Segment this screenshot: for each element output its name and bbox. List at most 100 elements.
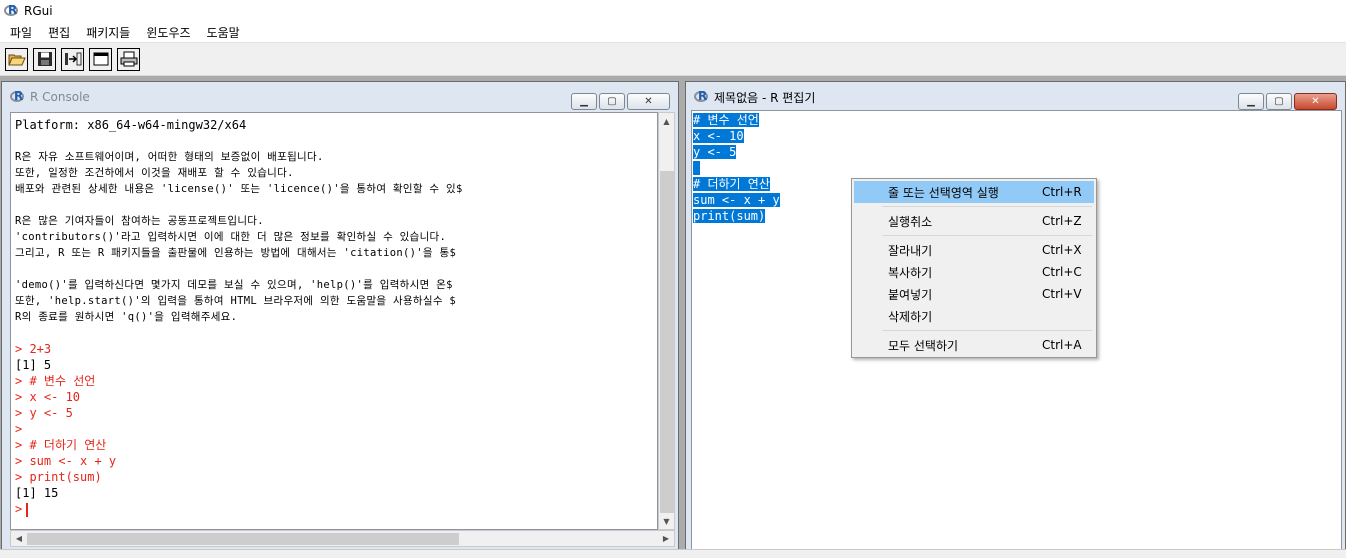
scroll-down-icon[interactable]: ▼	[659, 513, 674, 529]
load-workspace-icon	[64, 52, 81, 66]
hscroll-thumb[interactable]	[27, 533, 459, 545]
minimize-button[interactable]: ▁	[571, 93, 597, 110]
editor-line: # 변수 선언	[693, 112, 780, 128]
menu-item-shortcut: Ctrl+A	[1042, 338, 1082, 352]
menu-item-shortcut: Ctrl+Z	[1042, 214, 1082, 228]
selected-code-text: x <- 10	[693, 129, 744, 143]
menu-item-label: 삭제하기	[888, 309, 933, 324]
console-prompt: >	[15, 502, 23, 516]
vertical-scrollbar[interactable]: ▲ ▼	[658, 112, 675, 530]
close-icon: ✕	[1311, 96, 1320, 107]
selected-code-text	[693, 161, 701, 175]
minimize-button[interactable]: ▁	[1238, 93, 1264, 110]
selected-code-text: # 더하기 연산	[693, 177, 770, 191]
menu-windows[interactable]: 윈도우즈	[138, 24, 198, 41]
app-title: RGui	[24, 4, 53, 18]
menu-item-label: 모두 선택하기	[888, 338, 959, 353]
r-editor-title: 제목없음 - R 편집기	[714, 90, 816, 105]
menu-item-label: 복사하기	[888, 265, 933, 280]
context-menu-item[interactable]: 잘라내기 Ctrl+X	[854, 239, 1094, 261]
scroll-left-icon[interactable]: ◀	[11, 531, 27, 546]
editor-line	[693, 160, 780, 176]
console-line: 그리고, R 또는 R 패키지들을 출판물에 인용하는 방법에 대해서는 'ci…	[15, 247, 457, 259]
console-line: > y <- 5	[15, 406, 73, 420]
app-title-bar: R RGui	[0, 0, 1346, 22]
restore-icon: ▢	[607, 96, 617, 107]
save-button[interactable]	[33, 47, 56, 71]
menu-help[interactable]: 도움말	[199, 24, 248, 41]
scroll-right-icon[interactable]: ▶	[658, 531, 674, 546]
selected-code-text: sum <- x + y	[693, 193, 780, 207]
console-output[interactable]: Platform: x86_64-w64-mingw32/x64 R은 자유 소프…	[10, 112, 658, 530]
r-logo-icon: R	[4, 3, 20, 18]
menu-item-shortcut: Ctrl+X	[1042, 243, 1082, 257]
menu-item-shortcut: Ctrl+V	[1042, 287, 1082, 301]
r-logo-icon: R	[694, 89, 710, 104]
close-icon: ✕	[644, 96, 653, 107]
context-menu-item[interactable]: 삭제하기	[854, 305, 1094, 327]
console-line: 'demo()'를 입력하신다면 몇가지 데모를 보실 수 있으며, 'help…	[15, 279, 453, 291]
restore-button[interactable]: ▢	[1266, 93, 1292, 110]
scroll-thumb[interactable]	[660, 171, 674, 513]
window-icon	[93, 52, 108, 66]
close-button[interactable]: ✕	[627, 93, 670, 110]
editor-line: # 더하기 연산	[693, 176, 780, 192]
r-console-titlebar[interactable]: R R Console ▁ ▢ ✕	[2, 82, 678, 112]
editor-line: y <- 5	[693, 144, 780, 160]
menu-file[interactable]: 파일	[2, 24, 40, 41]
console-line: > 2+3	[15, 342, 52, 356]
print-icon	[120, 51, 137, 67]
console-line: R은 자유 소프트웨어이며, 어떠한 형태의 보증없이 배포됩니다.	[15, 151, 324, 163]
r-console-title: R Console	[30, 90, 90, 104]
console-prompt-line[interactable]: >	[15, 501, 463, 517]
editor-line: sum <- x + y	[693, 192, 780, 208]
restore-button[interactable]: ▢	[599, 93, 625, 110]
mdi-workspace: R R Console ▁ ▢ ✕ Platform: x86_64-w64-m…	[0, 76, 1346, 558]
console-line: > sum <- x + y	[15, 454, 117, 468]
console-line: 또한, 일정한 조건하에서 이것을 재배포 할 수 있습니다.	[15, 167, 294, 179]
console-line: Platform: x86_64-w64-mingw32/x64	[15, 118, 247, 132]
r-console-window: R R Console ▁ ▢ ✕ Platform: x86_64-w64-m…	[1, 81, 679, 553]
console-line: > print(sum)	[15, 470, 102, 484]
selected-code-text: # 변수 선언	[693, 113, 759, 127]
console-line: 'contributors()'라고 입력하시면 이에 대한 더 많은 정보를 …	[15, 231, 447, 243]
menu-item-shortcut: Ctrl+C	[1042, 265, 1082, 279]
context-menu-item[interactable]: 실행취소 Ctrl+Z	[854, 210, 1094, 232]
context-menu-item[interactable]: 복사하기 Ctrl+C	[854, 261, 1094, 283]
console-line: > x <- 10	[15, 390, 81, 404]
minimize-icon: ▁	[1247, 96, 1255, 107]
selected-code-text: y <- 5	[693, 145, 737, 159]
r-editor-titlebar[interactable]: R 제목없음 - R 편집기 ▁ ▢ ✕	[686, 82, 1345, 112]
context-menu-item[interactable]: 붙여넣기 Ctrl+V	[854, 283, 1094, 305]
console-line: R의 종료를 원하시면 'q()'을 입력해주세요.	[15, 311, 238, 323]
print-button[interactable]	[117, 47, 140, 71]
menu-item-shortcut: Ctrl+R	[1042, 185, 1082, 199]
context-menu-item[interactable]: 모두 선택하기 Ctrl+A	[854, 334, 1094, 356]
restore-icon: ▢	[1274, 96, 1284, 107]
menu-item-label: 잘라내기	[888, 243, 933, 258]
close-button[interactable]: ✕	[1294, 93, 1337, 110]
horizontal-scrollbar[interactable]: ◀ ▶	[10, 530, 675, 547]
load-workspace-button[interactable]	[61, 47, 84, 71]
menu-separator	[882, 330, 1092, 331]
r-logo-icon: R	[10, 89, 26, 104]
console-line: [1] 5	[15, 358, 52, 372]
console-line: R은 많은 기여자들이 참여하는 공동프로젝트입니다.	[15, 215, 264, 227]
context-menu: 줄 또는 선택영역 실행 Ctrl+R 실행취소 Ctrl+Z 잘라내기 Ctrl+X 복사…	[851, 178, 1097, 358]
editor-line: print(sum)	[693, 208, 780, 224]
menu-item-label: 실행취소	[888, 214, 933, 229]
open-script-button[interactable]	[5, 47, 28, 71]
scroll-up-icon[interactable]: ▲	[659, 113, 674, 129]
selected-code-text: print(sum)	[693, 209, 766, 223]
context-menu-item[interactable]: 줄 또는 선택영역 실행 Ctrl+R	[854, 181, 1094, 203]
window-button[interactable]	[89, 47, 112, 71]
menu-packages[interactable]: 패키지들	[78, 24, 138, 41]
menu-separator	[882, 206, 1092, 207]
console-line: 배포와 관련된 상세한 내용은 'license()' 또는 'licence(…	[15, 183, 463, 195]
editor-line: x <- 10	[693, 128, 780, 144]
menu-edit[interactable]: 편집	[40, 24, 78, 41]
